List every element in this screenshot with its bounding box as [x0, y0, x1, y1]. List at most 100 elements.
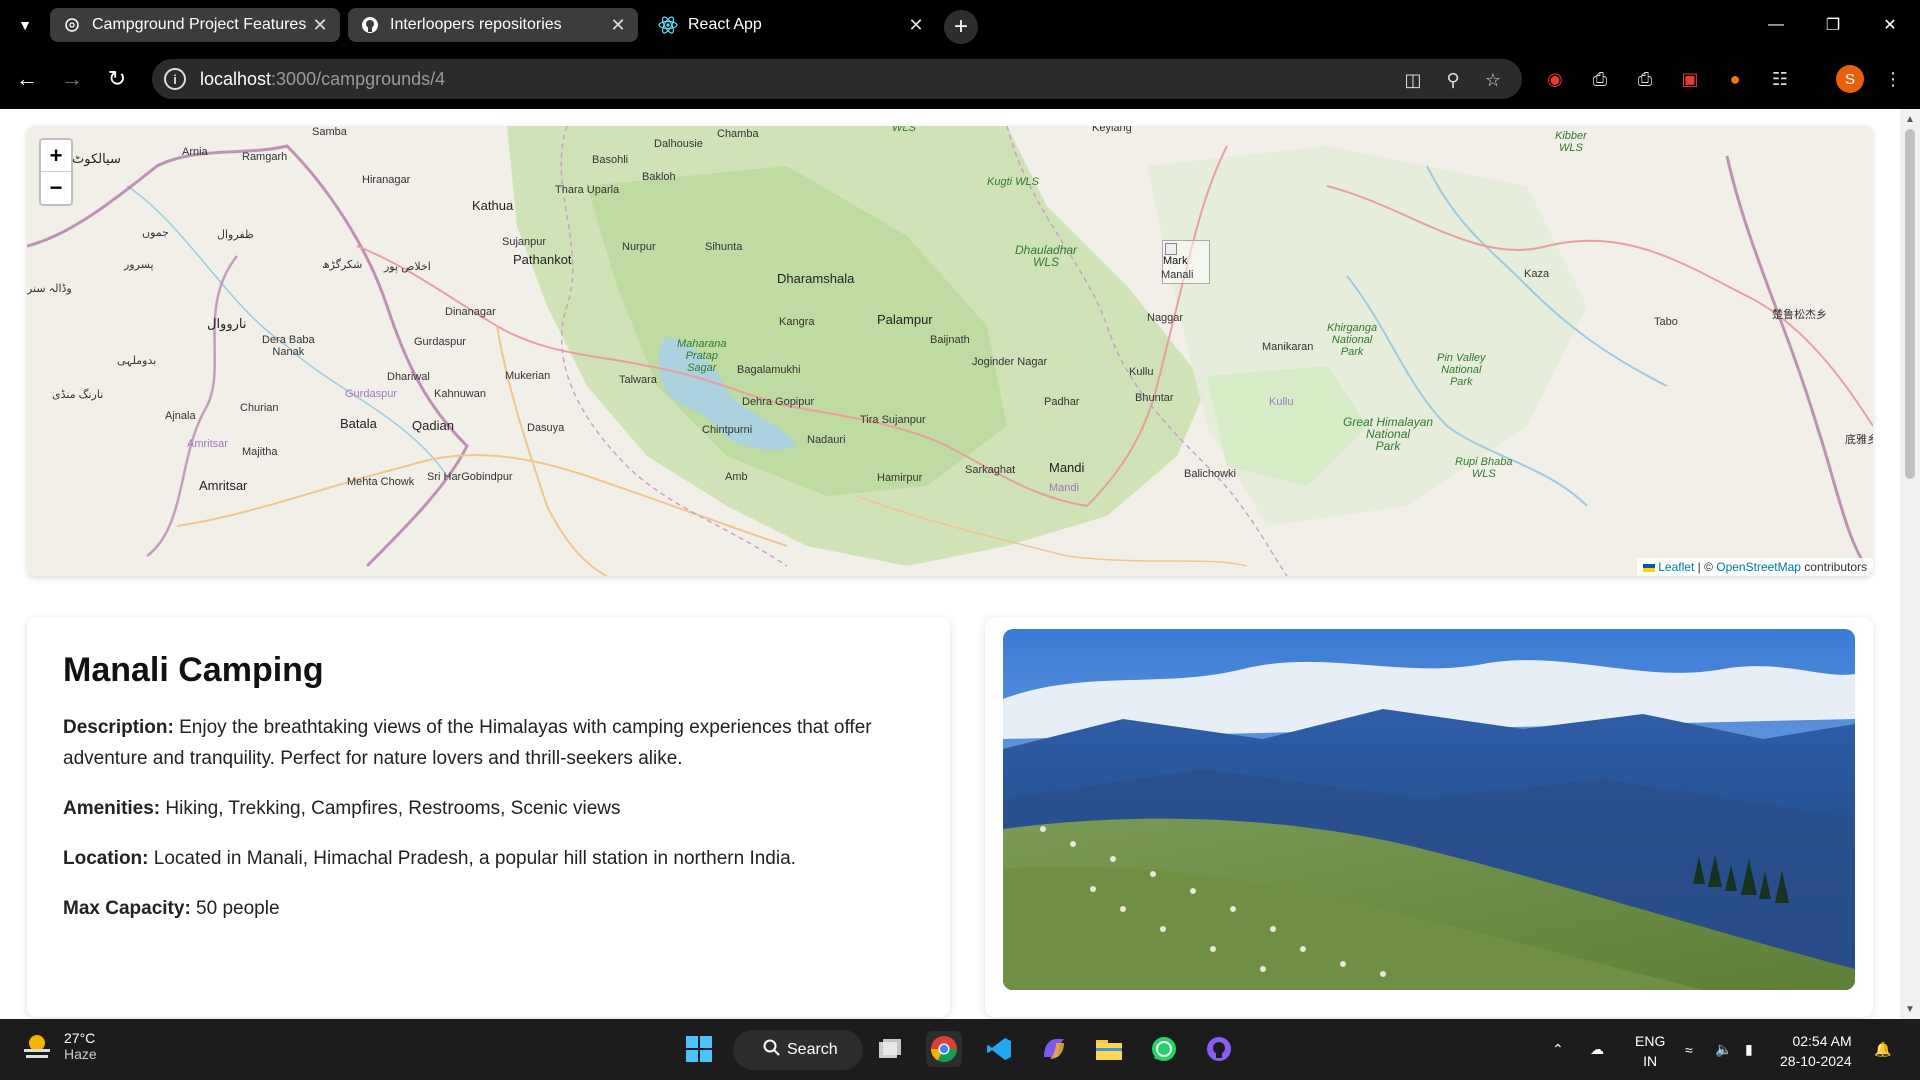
map-label: Samba — [312, 126, 347, 138]
print-icon[interactable]: ⎙ — [1632, 66, 1658, 92]
tab-react-app[interactable]: React App ✕ — [646, 8, 936, 42]
record-extension-icon[interactable]: ◉ — [1542, 66, 1568, 92]
map-label: Churian — [240, 402, 279, 414]
capacity-row: Max Capacity: 50 people — [63, 893, 914, 924]
zoom-in-button[interactable]: + — [41, 140, 71, 172]
onedrive-cloud-icon[interactable]: ☁ — [1590, 1019, 1604, 1080]
map-label: Baijnath — [930, 334, 970, 346]
map-label: Joginder Nagar — [972, 356, 1048, 368]
system-clock[interactable]: 02:54 AM 28-10-2024 — [1780, 1031, 1852, 1071]
map-label: Bagalamukhi — [737, 364, 801, 376]
campground-image-card — [985, 617, 1873, 1017]
restore-icon[interactable]: ❐ — [1805, 0, 1861, 50]
tab-title: Interloopers repositories — [390, 16, 562, 33]
page-scrollbar[interactable]: ▲ ▼ — [1900, 109, 1920, 1019]
tab-title: React App — [688, 16, 762, 33]
battery-icon[interactable]: ▮ — [1745, 1019, 1753, 1080]
chrome-taskbar-icon[interactable] — [926, 1031, 962, 1067]
map-label: Rupi Bhaba WLS — [1455, 456, 1513, 480]
notification-bell-icon[interactable]: 🔔 — [1874, 1019, 1891, 1080]
location-row: Location: Located in Manali, Himachal Pr… — [63, 843, 914, 874]
show-hidden-icons-chevron-icon[interactable]: ⌃ — [1552, 1019, 1564, 1080]
temperature: 27°C — [64, 1030, 96, 1046]
map-label: Bakloh — [642, 171, 676, 183]
map-label: Bhuntar — [1135, 392, 1174, 404]
github-desktop-taskbar-icon[interactable] — [1201, 1031, 1237, 1067]
forward-icon[interactable]: → — [55, 62, 89, 96]
windows-start-icon[interactable] — [681, 1031, 717, 1067]
map-label: Mukerian — [505, 370, 551, 382]
map-label: Dehra Gopipur — [742, 396, 815, 408]
description-row: Description: Enjoy the breathtaking view… — [63, 712, 914, 774]
profile-avatar[interactable]: S — [1836, 65, 1864, 93]
zoom-icon[interactable]: ⚲ — [1442, 69, 1464, 91]
address-bar-row: ← → ↻ i localhost:3000/campgrounds/4 ◫ ⚲… — [0, 50, 1920, 109]
map-label: Hamirpur — [877, 472, 923, 484]
map-label: Gurdaspur — [345, 388, 397, 400]
leaflet-link[interactable]: Leaflet — [1658, 560, 1694, 574]
printer-extension-icon[interactable]: ⎙ — [1587, 66, 1613, 92]
capacity-text: 50 people — [190, 898, 280, 919]
taskbar-search[interactable]: Search — [733, 1030, 863, 1070]
map-label: نارووال — [207, 316, 247, 331]
close-tab-icon[interactable]: ✕ — [608, 15, 628, 35]
omnibox[interactable]: i localhost:3000/campgrounds/4 ◫ ⚲ ☆ — [152, 59, 1522, 99]
attribution-tail: contributors — [1800, 560, 1867, 574]
zoom-control: + − — [39, 138, 73, 206]
tab-interloopers-repositories[interactable]: Interloopers repositories ✕ — [348, 8, 638, 42]
site-info-icon[interactable]: i — [164, 68, 186, 90]
map-label: Basohli — [592, 154, 629, 166]
vscode-taskbar-icon[interactable] — [981, 1031, 1017, 1067]
zoom-out-button[interactable]: − — [41, 172, 71, 204]
volume-icon[interactable]: 🔈 — [1715, 1019, 1732, 1080]
map-label: 底雅乡 — [1845, 434, 1873, 446]
task-view-icon[interactable] — [872, 1031, 908, 1067]
scroll-up-icon[interactable]: ▲ — [1904, 113, 1916, 125]
pocket-extension-icon[interactable]: ▣ — [1677, 66, 1703, 92]
close-window-icon[interactable]: ✕ — [1862, 0, 1918, 50]
map-label: نارنگ منڈی — [52, 389, 104, 401]
menu-kebab-icon[interactable]: ⋮ — [1880, 66, 1906, 92]
map-label: Hiranagar — [362, 174, 411, 186]
scrollbar-thumb[interactable] — [1905, 129, 1915, 479]
map-label: Thara Uparla — [555, 184, 620, 196]
install-app-icon[interactable]: ◫ — [1402, 69, 1424, 91]
tab-search-chevron-icon[interactable]: ▼ — [12, 12, 38, 38]
clock-date: 28-10-2024 — [1780, 1053, 1852, 1069]
campground-info-card: Manali Camping Description: Enjoy the br… — [27, 617, 950, 1017]
close-tab-icon[interactable]: ✕ — [310, 15, 330, 35]
url-text[interactable]: localhost:3000/campgrounds/4 — [200, 69, 445, 90]
openai-icon — [62, 15, 82, 35]
reload-icon[interactable]: ↻ — [100, 62, 134, 96]
feed-extension-icon[interactable]: ● — [1722, 66, 1748, 92]
scroll-down-icon[interactable]: ▼ — [1904, 1003, 1916, 1015]
map-label: Dera Baba Nanak — [262, 334, 315, 358]
minimize-icon[interactable]: — — [1748, 0, 1804, 50]
tab-campground-features[interactable]: Campground Project Features ✕ — [50, 8, 340, 42]
map-label: Pathankot — [513, 252, 572, 267]
map-label: Great Himalayan National Park — [1343, 415, 1434, 453]
search-icon — [763, 1039, 780, 1056]
map[interactable]: Samba Arnia Ramgarh سیالکوٹ Hiranagar Ka… — [27, 126, 1873, 576]
openstreetmap-link[interactable]: OpenStreetMap — [1716, 560, 1801, 574]
map-marker[interactable]: Mark Manali — [1161, 240, 1210, 284]
copilot-taskbar-icon[interactable] — [1036, 1031, 1072, 1067]
wifi-icon[interactable]: ≈ — [1685, 1019, 1693, 1080]
language-indicator[interactable]: ENG IN — [1635, 1031, 1665, 1071]
new-tab-button[interactable]: + — [944, 10, 978, 44]
weather-widget[interactable]: 27°C Haze — [20, 1029, 97, 1063]
map-label: بدوملہی — [117, 355, 157, 367]
github-icon — [360, 15, 380, 35]
map-label: Naggar — [1147, 312, 1184, 324]
file-explorer-taskbar-icon[interactable] — [1091, 1031, 1127, 1067]
map-label: 楚鲁松杰乡 — [1772, 309, 1827, 321]
map-label: Maharana Pratap Sagar — [677, 338, 727, 374]
clock-time: 02:54 AM — [1792, 1033, 1852, 1049]
map-label: جموں — [142, 227, 169, 239]
whatsapp-taskbar-icon[interactable] — [1146, 1031, 1182, 1067]
bookmark-star-icon[interactable]: ☆ — [1482, 69, 1504, 91]
extensions-puzzle-icon[interactable]: ☷ — [1767, 66, 1793, 92]
back-icon[interactable]: ← — [10, 62, 44, 96]
close-tab-icon[interactable]: ✕ — [906, 15, 926, 35]
map-label: Keylang — [1092, 126, 1132, 134]
